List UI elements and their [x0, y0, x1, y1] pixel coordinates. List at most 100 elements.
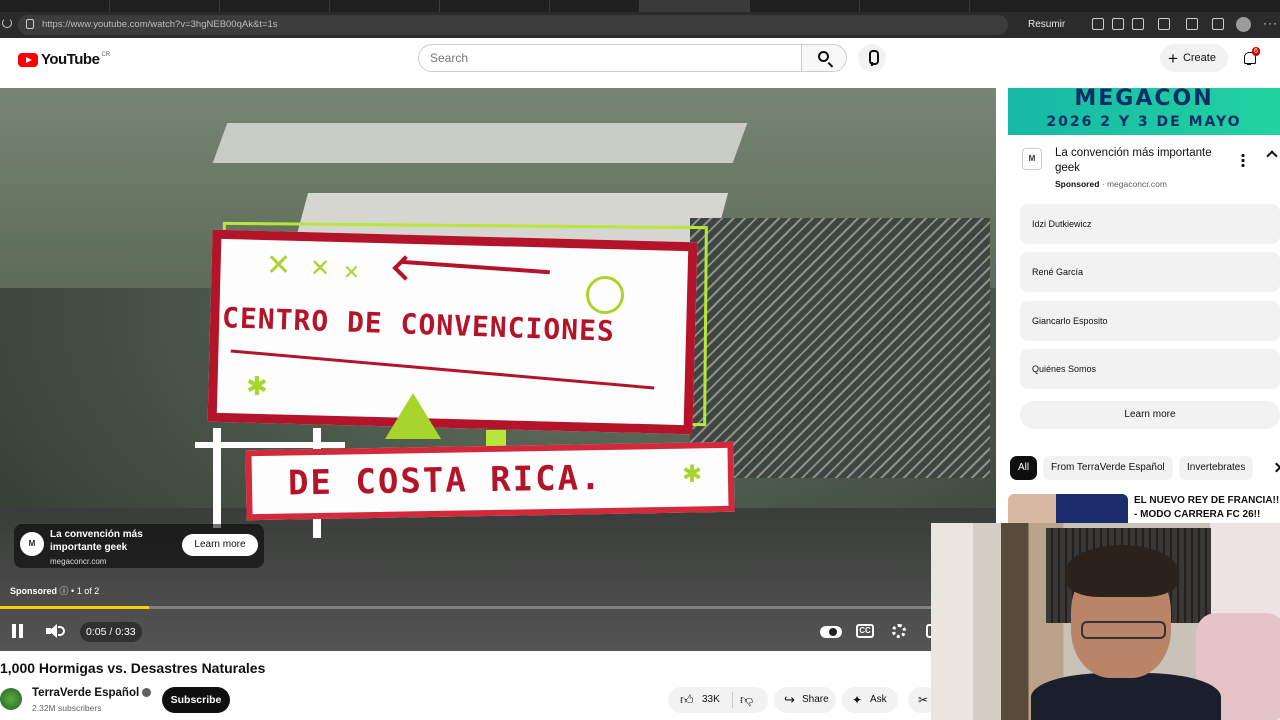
- browser-tab[interactable]: [440, 0, 550, 12]
- ad-learn-more-button[interactable]: Learn more: [182, 534, 258, 556]
- chip-invertebrates[interactable]: Invertebrates: [1179, 456, 1254, 480]
- voice-search-icon[interactable]: [858, 44, 886, 72]
- country-code: CR: [101, 51, 111, 58]
- triangle-doodle-icon: [385, 393, 441, 439]
- reader-icon[interactable]: [1092, 18, 1104, 30]
- browser-tab[interactable]: [860, 0, 970, 12]
- filter-chips: All From TerraVerde Español Invertebrate…: [1010, 456, 1280, 482]
- parking-lot: [690, 218, 990, 478]
- ask-button[interactable]: ✦ Ask: [842, 687, 898, 713]
- plus-icon: +: [1168, 48, 1178, 68]
- chip-all[interactable]: All: [1010, 456, 1038, 480]
- chevron-right-icon[interactable]: [1271, 462, 1280, 473]
- progress-bar[interactable]: [0, 606, 996, 609]
- youtube-logo[interactable]: YouTube CR: [18, 51, 110, 68]
- ad-count: • 1 of 2: [71, 586, 100, 596]
- channel-name-text[interactable]: TerraVerde Español: [32, 687, 139, 699]
- browser-tab[interactable]: [550, 0, 640, 12]
- person-shirt: [1031, 673, 1221, 720]
- share-icon: ↪: [784, 692, 795, 707]
- sponsored-text: Sponsored: [10, 586, 58, 596]
- ad-title[interactable]: La convención más importante geek: [50, 528, 160, 554]
- channel-name[interactable]: TerraVerde Español: [32, 687, 152, 699]
- time-display: 0:05 / 0:33: [80, 622, 142, 642]
- share-label: Share: [802, 694, 829, 705]
- sponsored-text: Sponsored: [1055, 179, 1100, 189]
- resumir-button[interactable]: Resumir: [1028, 19, 1065, 30]
- search-input[interactable]: [419, 45, 801, 71]
- profile-avatar[interactable]: [1236, 17, 1251, 32]
- channel-avatar[interactable]: [0, 688, 22, 710]
- x-mark-icon: ✕: [266, 248, 292, 283]
- browser-tab[interactable]: [110, 0, 220, 12]
- search-button[interactable]: [801, 44, 847, 72]
- overlay-line-2: DE COSTA RICA.: [287, 458, 603, 504]
- advertiser-logo[interactable]: M: [20, 532, 44, 556]
- create-button[interactable]: + Create: [1160, 44, 1228, 72]
- subscribe-button[interactable]: Subscribe: [162, 687, 230, 713]
- favorite-icon[interactable]: [1132, 18, 1144, 30]
- sitelink[interactable]: Giancarlo Esposito: [1020, 301, 1280, 341]
- sidebar-ad-title[interactable]: La convención más importante geek: [1055, 146, 1235, 176]
- sidebar-ad: MEGACON 2026 2 Y 3 DE MAYO M La convenci…: [1008, 88, 1280, 438]
- star-doodle-icon: ✱: [682, 460, 703, 488]
- captions-icon[interactable]: CC: [856, 624, 874, 638]
- subscriber-count: 2.32M subscribers: [32, 703, 102, 713]
- reload-icon[interactable]: [2, 18, 12, 28]
- volume-icon[interactable]: [46, 624, 65, 638]
- verified-icon: [142, 688, 152, 698]
- notification-badge: 6: [1252, 47, 1260, 56]
- ad-domain[interactable]: megaconcr.com: [50, 557, 106, 566]
- like-icon[interactable]: 👍︎: [680, 687, 694, 713]
- recommended-title[interactable]: EL NUEVO REY DE FRANCIA!! - MODO CARRERA…: [1134, 494, 1280, 522]
- sidebar-ad-sponsored: Sponsored · megaconcr.com: [1055, 179, 1167, 189]
- browser-address-bar: https://www.youtube.com/watch?v=3hgNEB00…: [0, 12, 1280, 38]
- warehouse-roof: [212, 123, 748, 163]
- progress-fill: [0, 606, 150, 609]
- create-label: Create: [1182, 52, 1216, 64]
- star-doodle-icon: ✱: [246, 372, 268, 402]
- x-mark-icon: ✕: [310, 254, 331, 282]
- settings-icon[interactable]: [892, 624, 906, 638]
- banner-line-2: 2026 2 Y 3 DE MAYO: [1046, 114, 1242, 130]
- chip-from-channel[interactable]: From TerraVerde Español: [1043, 456, 1173, 480]
- url-text[interactable]: https://www.youtube.com/watch?v=3hgNEB00…: [42, 19, 278, 30]
- browser-tab[interactable]: [750, 0, 860, 12]
- sitelink[interactable]: Quiénes Somos: [1020, 349, 1280, 389]
- ad-banner-image[interactable]: MEGACON 2026 2 Y 3 DE MAYO: [1008, 88, 1280, 135]
- browser-tab[interactable]: [220, 0, 330, 12]
- search-box: [418, 44, 802, 72]
- dislike-icon[interactable]: 👎︎: [740, 687, 753, 713]
- refresh-icon[interactable]: [1158, 18, 1170, 30]
- x-mark-icon: ✕: [343, 260, 360, 284]
- sidebar-learn-more-button[interactable]: Learn more: [1020, 401, 1280, 429]
- browser-tabstrip: [0, 0, 1280, 12]
- sitelink[interactable]: René García: [1020, 252, 1280, 292]
- favorites-icon[interactable]: [1212, 18, 1224, 30]
- info-icon[interactable]: ⓘ: [60, 586, 72, 596]
- scissors-icon: ✂: [918, 693, 929, 707]
- video-thumbnail[interactable]: [1008, 494, 1128, 524]
- share-button[interactable]: ↪ Share: [774, 687, 836, 713]
- video-player[interactable]: ✕ ✕ ✕ CENTRO DE CONVENCIONES ✱ DE COSTA …: [0, 88, 996, 651]
- more-options-icon[interactable]: [1241, 153, 1245, 167]
- browser-tab[interactable]: [330, 0, 440, 12]
- sidebar-ad-domain[interactable]: · megaconcr.com: [1102, 179, 1167, 189]
- chevron-up-icon[interactable]: [1266, 150, 1278, 162]
- pause-icon[interactable]: [12, 624, 24, 638]
- autoplay-toggle[interactable]: [820, 626, 842, 638]
- sitelink[interactable]: Idzi Dutkiewicz: [1020, 204, 1280, 244]
- webcam-overlay: [931, 523, 1280, 720]
- extensions-icon[interactable]: [1186, 18, 1198, 30]
- recommended-video[interactable]: EL NUEVO REY DE FRANCIA!! - MODO CARRERA…: [1008, 494, 1280, 524]
- site-info-icon[interactable]: [26, 19, 34, 29]
- like-count[interactable]: 33K: [702, 687, 720, 713]
- advertiser-logo[interactable]: M: [1022, 148, 1042, 170]
- circle-doodle-icon: [586, 276, 624, 314]
- browser-menu-icon[interactable]: ···: [1263, 16, 1278, 30]
- browser-tab-active[interactable]: [640, 0, 750, 12]
- translate-icon[interactable]: [1112, 18, 1124, 30]
- browser-tab[interactable]: [0, 0, 110, 12]
- youtube-play-icon: [18, 52, 38, 67]
- banner-line-1: MEGACON: [1074, 88, 1214, 111]
